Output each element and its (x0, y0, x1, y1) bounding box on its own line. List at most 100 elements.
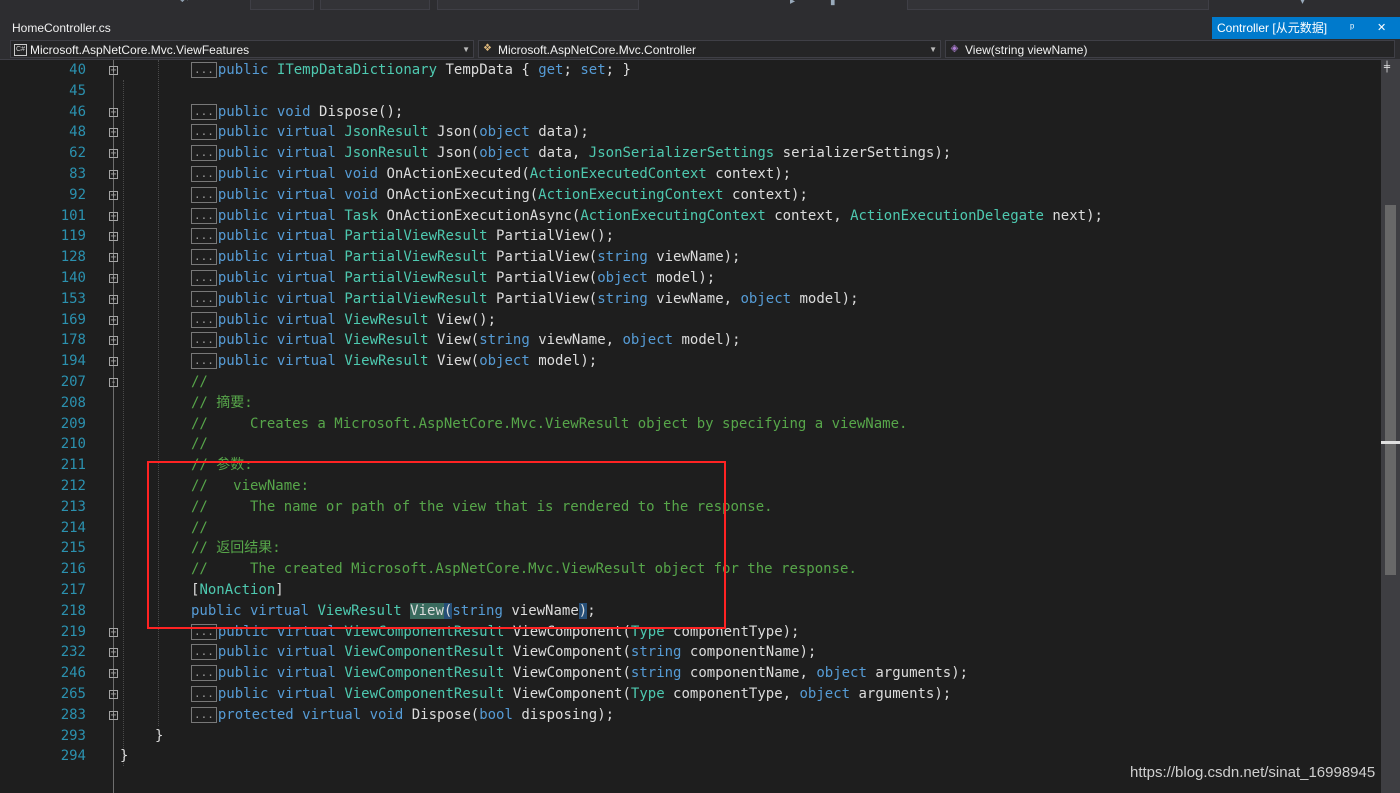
expand-outline-icon[interactable]: + (109, 710, 118, 720)
collapsed-region-marker[interactable]: ... (191, 270, 217, 286)
line-number: 62 (69, 145, 86, 162)
line-number: 45 (69, 82, 86, 99)
code-token: View( (428, 353, 480, 370)
line-number: 265 (60, 686, 86, 702)
collapsed-region-marker[interactable]: ... (191, 166, 217, 182)
expand-outline-icon[interactable]: + (109, 669, 118, 679)
collapsed-region-marker[interactable]: ... (191, 124, 217, 141)
highlight-annotation-box (147, 461, 726, 629)
collapsed-region-marker[interactable]: ... (191, 686, 217, 702)
collapsed-region-marker[interactable]: ... (191, 644, 217, 661)
collapsed-region-marker[interactable]: ... (191, 332, 217, 349)
code-line[interactable]: ... public virtual ViewComponentResult Vi… (191, 642, 816, 663)
expand-outline-icon[interactable]: + (109, 128, 118, 138)
expand-outline-icon[interactable]: + (109, 627, 118, 637)
expand-outline-icon[interactable]: + (109, 294, 118, 304)
toolbar-search-box[interactable] (907, 0, 1209, 10)
collapsed-region-marker[interactable]: ... (191, 311, 217, 328)
close-icon[interactable]: ✕ (1377, 17, 1386, 39)
code-editor[interactable]: 40 +... public ITempDataDictionary TempDat… (0, 60, 1380, 793)
code-line[interactable]: ... public virtual void OnActionExecuting… (191, 185, 808, 206)
collapsed-region-marker[interactable]: ... (191, 228, 217, 245)
pin-icon[interactable]: ᵖ (1350, 17, 1354, 39)
collapsed-region-marker[interactable]: ... (191, 249, 217, 266)
line-number: 213 (60, 498, 86, 515)
code-line[interactable]: // Creates a Microsoft.AspNetCore.Mvc.Vi… (191, 414, 907, 435)
expand-outline-icon[interactable]: + (109, 66, 118, 76)
code-line[interactable]: ... public virtual PartialViewResult Part… (191, 289, 859, 310)
code-line[interactable]: } (155, 726, 163, 747)
code-line[interactable]: ... public virtual ViewResult View(object… (191, 351, 597, 372)
code-token: next); (1043, 207, 1103, 224)
code-token: View(); (428, 311, 497, 328)
expand-outline-icon[interactable]: + (109, 107, 118, 117)
code-token: OnActionExecuted( (386, 166, 530, 182)
collapsed-region-marker[interactable]: ... (191, 145, 217, 162)
expand-outline-icon[interactable]: + (109, 336, 118, 346)
collapsed-region-marker[interactable]: ... (191, 665, 217, 682)
code-token: ActionExecutedContext (529, 166, 707, 182)
expand-outline-icon[interactable]: + (109, 232, 118, 242)
expand-outline-icon[interactable]: + (109, 253, 118, 263)
code-line[interactable]: ... public virtual ViewComponentResult Vi… (191, 684, 951, 705)
code-line[interactable]: } (120, 746, 128, 767)
collapsed-region-marker[interactable]: ... (191, 207, 217, 224)
toolbar-dropdown[interactable] (320, 0, 430, 10)
collapsed-region-marker[interactable]: ... (191, 186, 217, 203)
collapsed-region-marker[interactable]: ... (191, 706, 217, 723)
code-line[interactable]: ... protected virtual void Dispose(bool d… (191, 705, 614, 726)
code-token: data, (529, 145, 589, 162)
preview-tab-controller[interactable]: Controller [从元数据] ᵖ ✕ (1212, 17, 1400, 39)
code-line[interactable]: // (191, 372, 208, 393)
collapsed-region-marker[interactable]: ... (191, 353, 217, 370)
scrollbar-caret-marker (1381, 441, 1400, 444)
member-dropdown[interactable]: ◈ View(string viewName) (945, 40, 1395, 58)
tab-homecontroller[interactable]: HomeController.cs (0, 17, 123, 39)
expand-outline-icon[interactable]: + (109, 315, 118, 325)
code-line[interactable]: ... public void Dispose(); (191, 102, 403, 123)
expand-outline-icon[interactable]: + (109, 211, 118, 221)
collapsed-region-marker[interactable]: ... (191, 103, 217, 120)
code-line[interactable]: ... public virtual PartialViewResult Part… (191, 268, 715, 289)
expand-outline-icon[interactable]: + (109, 357, 118, 367)
nav-down-icon[interactable]: ▾ (1300, 0, 1305, 7)
code-line[interactable]: ... public virtual ViewResult View(); (191, 310, 496, 331)
code-line[interactable]: ... public ITempDataDictionary TempData {… (191, 60, 631, 81)
code-line[interactable]: // (191, 434, 208, 455)
toolbar-dropdown[interactable] (250, 0, 314, 10)
code-line[interactable]: ... public virtual ViewResult View(string… (191, 330, 741, 351)
project-dropdown-label: Microsoft.AspNetCore.Mvc.ViewFeatures (30, 43, 250, 57)
expand-outline-icon[interactable]: + (109, 170, 118, 180)
code-token: object (740, 290, 792, 307)
code-line[interactable]: ... public virtual JsonResult Json(object… (191, 122, 589, 143)
code-line[interactable]: ... public virtual PartialViewResult Part… (191, 247, 740, 268)
expand-outline-icon[interactable]: + (109, 149, 118, 159)
vertical-scrollbar[interactable]: ╪ (1381, 60, 1400, 793)
type-dropdown[interactable]: ❖ Microsoft.AspNetCore.Mvc.Controller ▼ (478, 40, 941, 58)
undo-icon[interactable]: ↶ (180, 0, 188, 7)
code-line[interactable]: ... public virtual ViewComponentResult Vi… (191, 663, 968, 684)
code-token: public virtual (217, 228, 345, 245)
expand-outline-icon[interactable]: + (109, 648, 118, 658)
expand-outline-icon[interactable]: + (109, 190, 118, 200)
code-line[interactable]: ... public virtual Task OnActionExecution… (191, 206, 1103, 227)
project-dropdown[interactable]: C# Microsoft.AspNetCore.Mvc.ViewFeatures… (10, 40, 474, 58)
code-line[interactable]: ... public virtual JsonResult Json(object… (191, 143, 951, 164)
collapsed-region-marker[interactable]: ... (191, 290, 217, 307)
toolbar-dropdown[interactable] (437, 0, 639, 10)
play-icon[interactable]: ▸ (790, 0, 795, 7)
bookmark-icon[interactable]: ▮ (830, 0, 836, 7)
expand-outline-icon[interactable]: + (109, 690, 118, 700)
line-number: 209 (60, 415, 86, 432)
code-line[interactable]: // 摘要: (191, 393, 253, 414)
code-line[interactable]: ... public virtual void OnActionExecuted(… (191, 164, 791, 185)
scrollbar-thumb[interactable] (1385, 205, 1396, 575)
collapsed-region-marker[interactable]: ... (191, 62, 217, 78)
code-line[interactable]: ... public virtual PartialViewResult Part… (191, 226, 614, 247)
collapse-outline-icon[interactable]: - (109, 378, 118, 388)
code-token: arguments); (866, 665, 969, 682)
scroll-up-icon[interactable]: ╪ (1384, 62, 1390, 73)
expand-outline-icon[interactable]: + (109, 274, 118, 284)
code-token: // (191, 436, 208, 453)
code-token: serializerSettings); (774, 145, 952, 162)
